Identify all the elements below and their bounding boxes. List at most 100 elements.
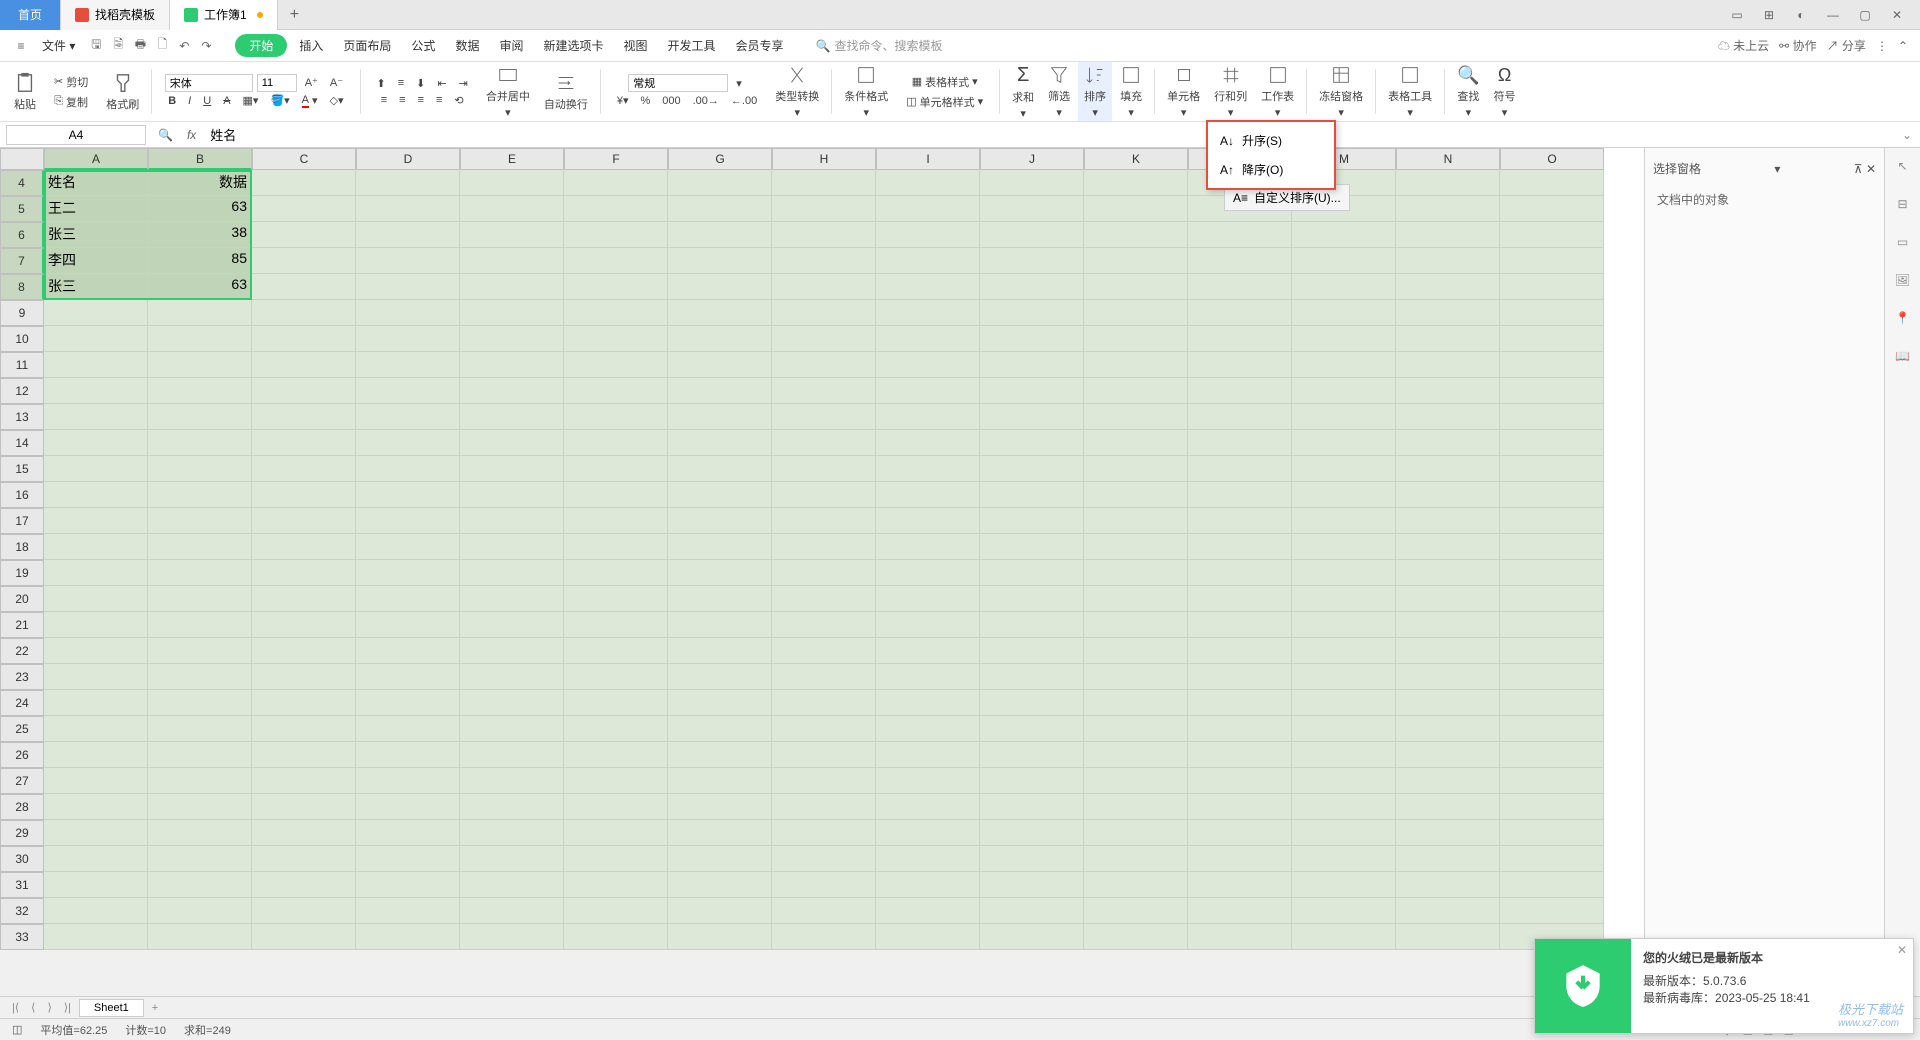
cell-K14[interactable] <box>1084 430 1188 456</box>
cell-C8[interactable] <box>252 274 356 300</box>
row-header-6[interactable]: 6 <box>0 222 44 248</box>
cell-A16[interactable] <box>44 482 148 508</box>
cell-B20[interactable] <box>148 586 252 612</box>
cell-H9[interactable] <box>772 300 876 326</box>
cell-F30[interactable] <box>564 846 668 872</box>
cell-I21[interactable] <box>876 612 980 638</box>
cell-F13[interactable] <box>564 404 668 430</box>
highlight-icon[interactable]: ◇▾ <box>326 92 348 109</box>
cell-I14[interactable] <box>876 430 980 456</box>
cell-N23[interactable] <box>1396 664 1500 690</box>
cell-D10[interactable] <box>356 326 460 352</box>
col-header-G[interactable]: G <box>668 148 772 170</box>
cell-style-button[interactable]: ◫ 单元格样式▾ <box>902 92 987 112</box>
cell-L22[interactable] <box>1188 638 1292 664</box>
cell-I25[interactable] <box>876 716 980 742</box>
menu-insert[interactable]: 插入 <box>291 33 331 58</box>
cell-J11[interactable] <box>980 352 1084 378</box>
cell-D22[interactable] <box>356 638 460 664</box>
cell-A18[interactable] <box>44 534 148 560</box>
cell-B5[interactable]: 63 <box>148 196 252 222</box>
cell-F28[interactable] <box>564 794 668 820</box>
cell-F22[interactable] <box>564 638 668 664</box>
col-header-C[interactable]: C <box>252 148 356 170</box>
cell-C4[interactable] <box>252 170 356 196</box>
cell-M30[interactable] <box>1292 846 1396 872</box>
cell-C12[interactable] <box>252 378 356 404</box>
row-header-5[interactable]: 5 <box>0 196 44 222</box>
cell-J9[interactable] <box>980 300 1084 326</box>
cell-D29[interactable] <box>356 820 460 846</box>
cell-N4[interactable] <box>1396 170 1500 196</box>
cell-N12[interactable] <box>1396 378 1500 404</box>
cell-I29[interactable] <box>876 820 980 846</box>
cell-J19[interactable] <box>980 560 1084 586</box>
cell-B15[interactable] <box>148 456 252 482</box>
cell-I20[interactable] <box>876 586 980 612</box>
cell-A27[interactable] <box>44 768 148 794</box>
cell-D26[interactable] <box>356 742 460 768</box>
cell-G15[interactable] <box>668 456 772 482</box>
cell-D32[interactable] <box>356 898 460 924</box>
cell-M31[interactable] <box>1292 872 1396 898</box>
cell-I32[interactable] <box>876 898 980 924</box>
cell-E30[interactable] <box>460 846 564 872</box>
cell-N17[interactable] <box>1396 508 1500 534</box>
cell-L23[interactable] <box>1188 664 1292 690</box>
cell-J25[interactable] <box>980 716 1084 742</box>
cell-G21[interactable] <box>668 612 772 638</box>
menu-newtab[interactable]: 新建选项卡 <box>535 33 611 58</box>
cell-I22[interactable] <box>876 638 980 664</box>
sort-desc-item[interactable]: A↑ 降序(O) <box>1208 155 1334 184</box>
cell-I5[interactable] <box>876 196 980 222</box>
cell-K19[interactable] <box>1084 560 1188 586</box>
cell-M22[interactable] <box>1292 638 1396 664</box>
cell-H18[interactable] <box>772 534 876 560</box>
cell-A33[interactable] <box>44 924 148 950</box>
row-header-7[interactable]: 7 <box>0 248 44 274</box>
cell-J30[interactable] <box>980 846 1084 872</box>
cell-B26[interactable] <box>148 742 252 768</box>
cell-J15[interactable] <box>980 456 1084 482</box>
search-fx-icon[interactable]: 🔍 <box>152 128 179 142</box>
grid[interactable]: ABCDEFGHIJKLMNO4姓名数据5王二636张三387李四858张三63… <box>0 148 1644 950</box>
cell-H7[interactable] <box>772 248 876 274</box>
cell-H12[interactable] <box>772 378 876 404</box>
cell-N16[interactable] <box>1396 482 1500 508</box>
cell-K5[interactable] <box>1084 196 1188 222</box>
cell-N8[interactable] <box>1396 274 1500 300</box>
cell-L30[interactable] <box>1188 846 1292 872</box>
close-button[interactable]: ✕ <box>1882 3 1912 27</box>
cell-A31[interactable] <box>44 872 148 898</box>
maximize-button[interactable]: ▢ <box>1850 3 1880 27</box>
cell-N11[interactable] <box>1396 352 1500 378</box>
cell-C28[interactable] <box>252 794 356 820</box>
menu-vip[interactable]: 会员专享 <box>728 33 792 58</box>
cell-C9[interactable] <box>252 300 356 326</box>
cell-C18[interactable] <box>252 534 356 560</box>
cell-G22[interactable] <box>668 638 772 664</box>
cond-format-button[interactable]: 条件格式▾ <box>838 62 894 121</box>
cell-B25[interactable] <box>148 716 252 742</box>
row-header-17[interactable]: 17 <box>0 508 44 534</box>
cell-C6[interactable] <box>252 222 356 248</box>
cell-J32[interactable] <box>980 898 1084 924</box>
cell-E9[interactable] <box>460 300 564 326</box>
cell-B6[interactable]: 38 <box>148 222 252 248</box>
cell-F33[interactable] <box>564 924 668 950</box>
row-header-9[interactable]: 9 <box>0 300 44 326</box>
cell-M14[interactable] <box>1292 430 1396 456</box>
cell-A24[interactable] <box>44 690 148 716</box>
cell-G10[interactable] <box>668 326 772 352</box>
sort-button[interactable]: 排序▾ <box>1078 62 1112 121</box>
cell-F16[interactable] <box>564 482 668 508</box>
cell-I24[interactable] <box>876 690 980 716</box>
cell-J28[interactable] <box>980 794 1084 820</box>
table-style-button[interactable]: ▦ 表格样式▾ <box>908 72 982 92</box>
cell-B10[interactable] <box>148 326 252 352</box>
sheet-next-icon[interactable]: ⟩ <box>43 1001 55 1014</box>
symbol-button[interactable]: Ω符号▾ <box>1488 63 1522 121</box>
formula-input[interactable]: 姓名 <box>204 123 1894 146</box>
cell-I18[interactable] <box>876 534 980 560</box>
cell-C33[interactable] <box>252 924 356 950</box>
